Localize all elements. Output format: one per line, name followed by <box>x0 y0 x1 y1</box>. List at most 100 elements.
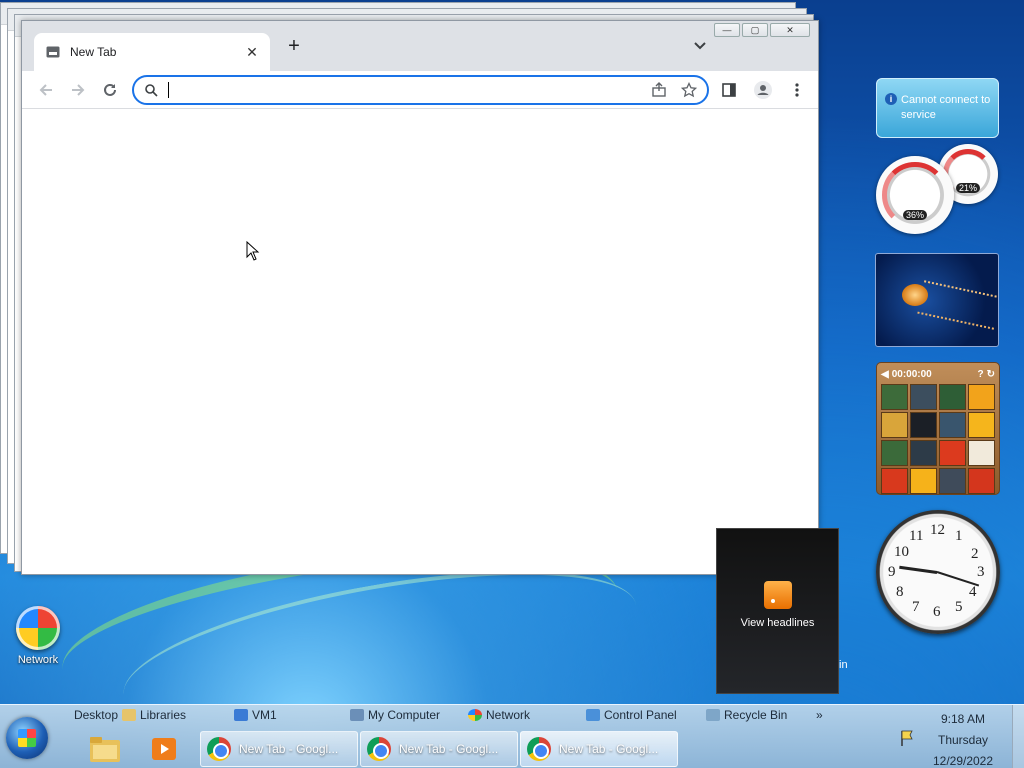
taskbar-button-label: New Tab - Googl... <box>399 742 499 756</box>
clock-hour-hand <box>899 565 938 574</box>
libraries-icon <box>122 709 136 721</box>
side-panel-button[interactable] <box>714 75 744 105</box>
puzzle-tile[interactable] <box>881 412 908 438</box>
quicklink-desktop[interactable]: Desktop <box>60 708 118 722</box>
profile-button[interactable] <box>748 75 778 105</box>
toolbar-overflow-button[interactable]: » <box>816 708 836 722</box>
chrome-menu-button[interactable] <box>782 75 812 105</box>
clock-number: 1 <box>955 528 963 544</box>
taskbar-button-label: New Tab - Googl... <box>239 742 339 756</box>
window-controls: — ▢ ✕ <box>714 23 810 37</box>
puzzle-tile[interactable] <box>910 440 937 466</box>
puzzle-tile[interactable] <box>881 440 908 466</box>
menu-icon <box>795 83 799 97</box>
quick-links-toolbar: Desktop Libraries VM1 My Computer Networ… <box>60 708 836 722</box>
pinned-media-player[interactable] <box>146 731 182 767</box>
puzzle-tile[interactable] <box>881 468 908 494</box>
quicklink-my-computer[interactable]: My Computer <box>350 708 468 722</box>
puzzle-tile[interactable] <box>910 384 937 410</box>
clock-number: 7 <box>912 599 920 615</box>
slideshow-gadget[interactable] <box>875 253 999 347</box>
puzzle-tile[interactable] <box>939 440 966 466</box>
puzzle-tile[interactable] <box>968 468 995 494</box>
puzzle-tile[interactable] <box>968 440 995 466</box>
folder-icon <box>90 737 120 762</box>
page-content[interactable] <box>22 109 818 574</box>
puzzle-shuffle-icon[interactable]: ↻ <box>987 369 995 380</box>
reload-button[interactable] <box>94 74 126 106</box>
media-player-icon <box>152 738 176 760</box>
taskbar-button-chrome-active[interactable]: New Tab - Googl... <box>520 731 678 767</box>
quicklink-control-panel[interactable]: Control Panel <box>586 708 706 722</box>
puzzle-tile[interactable] <box>939 468 966 494</box>
new-tab-button[interactable]: + <box>284 36 304 57</box>
chrome-icon <box>527 737 551 761</box>
minimize-icon[interactable]: — <box>714 23 740 37</box>
system-clock[interactable]: 9:18 AM Thursday 12/29/2022 <box>918 709 1008 768</box>
clock-date: 12/29/2022 <box>932 754 994 768</box>
puzzle-back-icon[interactable]: ◀ <box>881 369 889 380</box>
quicklink-label: Control Panel <box>604 708 677 722</box>
quicklink-libraries[interactable]: Libraries <box>122 708 234 722</box>
picture-puzzle-gadget[interactable]: ◀ 00:00:00 ? ↻ <box>876 362 1000 495</box>
tab-search-icon[interactable] <box>692 37 708 53</box>
taskbar-button-chrome[interactable]: New Tab - Googl... <box>360 731 518 767</box>
clock-number: 2 <box>971 546 979 562</box>
clock-number: 4 <box>969 584 977 600</box>
puzzle-timer: 00:00:00 <box>891 368 932 380</box>
desktop-icon-network[interactable]: Network <box>10 606 66 666</box>
puzzle-tile[interactable] <box>939 412 966 438</box>
feed-overflow-text: in <box>839 659 848 671</box>
quicklink-label: VM1 <box>252 708 277 722</box>
taskbar-button-label: New Tab - Googl... <box>559 742 659 756</box>
clock-number: 5 <box>955 599 963 615</box>
puzzle-tile[interactable] <box>939 384 966 410</box>
address-input[interactable] <box>177 82 651 98</box>
browser-window[interactable]: New Tab ✕ + — ▢ ✕ <box>21 20 819 575</box>
start-button[interactable] <box>6 717 48 759</box>
tab-strip: New Tab ✕ + — ▢ ✕ <box>22 21 818 71</box>
clock-gadget[interactable]: 12 1 2 3 4 5 6 7 8 9 10 11 <box>876 510 1000 634</box>
puzzle-tile[interactable] <box>968 412 995 438</box>
quicklink-label: Libraries <box>140 708 187 722</box>
pinned-explorer[interactable] <box>87 731 123 767</box>
puzzle-tile[interactable] <box>910 468 937 494</box>
clock-time: 9:18 AM <box>940 712 986 726</box>
share-icon[interactable] <box>651 82 667 98</box>
close-window-icon[interactable]: ✕ <box>770 23 810 37</box>
clock-minute-hand <box>936 571 980 587</box>
feed-headlines-gadget[interactable]: View headlines <box>716 528 839 694</box>
network-globe-icon <box>16 606 60 650</box>
windows-logo-icon <box>18 729 36 747</box>
address-bar[interactable] <box>132 75 709 105</box>
quicklink-network[interactable]: Network <box>468 708 586 722</box>
tab-new-tab[interactable]: New Tab ✕ <box>34 33 270 71</box>
back-button[interactable] <box>30 74 62 106</box>
puzzle-grid <box>881 384 995 494</box>
puzzle-tile[interactable] <box>881 384 908 410</box>
recycle-bin-icon <box>706 709 720 721</box>
new-tab-page-icon <box>46 46 60 58</box>
puzzle-tile[interactable] <box>968 384 995 410</box>
computer-icon <box>350 709 364 721</box>
quicklink-label: Desktop <box>73 708 118 722</box>
view-headlines-link[interactable]: View headlines <box>717 617 838 629</box>
action-center-flag-icon[interactable] <box>899 729 915 747</box>
clock-number: 12 <box>930 522 945 538</box>
quicklink-vm1[interactable]: VM1 <box>234 708 350 722</box>
maximize-icon[interactable]: ▢ <box>742 23 768 37</box>
weather-gadget[interactable]: i Cannot connect to service <box>876 78 999 138</box>
quicklink-recycle-bin[interactable]: Recycle Bin <box>706 708 816 722</box>
taskbar-button-chrome[interactable]: New Tab - Googl... <box>200 731 358 767</box>
puzzle-help-icon[interactable]: ? <box>978 369 984 380</box>
control-panel-icon <box>586 709 600 721</box>
cpu-meter-gadget[interactable]: 36% <box>876 156 954 234</box>
memory-value: 21% <box>955 183 981 194</box>
show-desktop-button[interactable] <box>1012 705 1024 768</box>
clock-number: 11 <box>909 528 924 544</box>
tab-close-icon[interactable]: ✕ <box>244 44 260 60</box>
forward-button[interactable] <box>62 74 94 106</box>
clock-number: 9 <box>888 564 896 580</box>
puzzle-tile[interactable] <box>910 412 937 438</box>
bookmark-star-icon[interactable] <box>681 82 697 98</box>
